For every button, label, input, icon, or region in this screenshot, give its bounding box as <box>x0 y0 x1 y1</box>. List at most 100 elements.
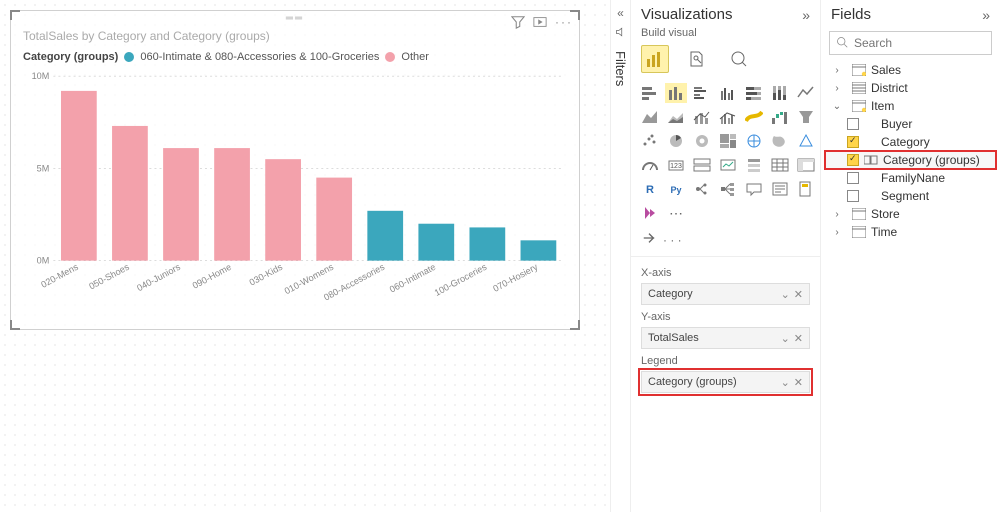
checkbox-checked[interactable] <box>847 154 859 166</box>
format-visual-tab[interactable] <box>683 45 711 73</box>
field-category-groups[interactable]: Category (groups) <box>825 151 996 169</box>
report-canvas[interactable]: ══ ··· TotalSales by Category and Catego… <box>0 0 610 512</box>
powerapps-icon[interactable] <box>639 203 661 223</box>
chevron-left-icon[interactable]: « <box>617 6 624 20</box>
filters-pane-collapsed[interactable]: « Filters <box>610 0 630 512</box>
remove-icon[interactable]: ✕ <box>794 332 803 345</box>
stacked-area-icon[interactable] <box>665 107 687 127</box>
narrative-icon[interactable] <box>769 179 791 199</box>
pie-icon[interactable] <box>665 131 687 151</box>
svg-text:5M: 5M <box>37 163 50 173</box>
azure-map-icon[interactable] <box>795 131 817 151</box>
svg-text:R: R <box>646 184 654 196</box>
svg-text:123: 123 <box>670 163 682 170</box>
more-dots-icon[interactable]: · · · <box>663 233 682 247</box>
search-input[interactable] <box>854 36 985 50</box>
table-item[interactable]: ⌄ Item <box>825 97 996 115</box>
slicer-icon[interactable] <box>743 155 765 175</box>
field-buyer[interactable]: Buyer <box>825 115 996 133</box>
paginated-icon[interactable] <box>795 179 817 199</box>
chevron-right-icon: › <box>827 209 847 220</box>
expand-icon[interactable] <box>641 231 657 248</box>
kpi-icon[interactable] <box>717 155 739 175</box>
remove-icon[interactable]: ✕ <box>794 376 803 389</box>
scatter-icon[interactable] <box>639 131 661 151</box>
table-time[interactable]: › Time <box>825 223 996 241</box>
more-options-icon[interactable]: ··· <box>555 15 573 32</box>
legend-swatch-icon <box>385 52 395 62</box>
table-icon <box>851 208 867 220</box>
svg-text:070-Hosiery: 070-Hosiery <box>491 262 539 294</box>
card-icon[interactable]: 123 <box>665 155 687 175</box>
stacked-column-icon[interactable] <box>665 83 687 103</box>
map-icon[interactable] <box>743 131 765 151</box>
checkbox-checked[interactable] <box>847 136 859 148</box>
table-icon <box>851 64 867 76</box>
fields-search[interactable] <box>829 31 992 55</box>
ribbon-chart-icon[interactable] <box>743 107 765 127</box>
xaxis-label: X-axis <box>641 267 810 279</box>
field-familyname[interactable]: FamilyNane <box>825 169 996 187</box>
speaker-icon[interactable] <box>615 26 627 41</box>
xaxis-well[interactable]: Category ⌄✕ <box>641 283 810 305</box>
field-segment[interactable]: Segment <box>825 187 996 205</box>
area-chart-icon[interactable] <box>639 107 661 127</box>
line-column-icon[interactable] <box>691 107 713 127</box>
svg-text:030-Kids: 030-Kids <box>248 262 285 288</box>
drag-handle-icon[interactable]: ══ <box>286 13 304 24</box>
svg-text:060-Intimate: 060-Intimate <box>388 262 437 295</box>
clustered-column-icon[interactable] <box>717 83 739 103</box>
table-icon[interactable] <box>769 155 791 175</box>
yaxis-label: Y-axis <box>641 311 810 323</box>
filled-map-icon[interactable] <box>769 131 791 151</box>
table-icon <box>851 226 867 238</box>
waterfall-icon[interactable] <box>769 107 791 127</box>
chevron-right-icon: › <box>827 227 847 238</box>
line-clustered-icon[interactable] <box>717 107 739 127</box>
checkbox[interactable] <box>847 172 859 184</box>
legend-well[interactable]: Category (groups) ⌄✕ <box>641 371 810 393</box>
matrix-icon[interactable] <box>795 155 817 175</box>
hundred-bar-icon[interactable] <box>743 83 765 103</box>
line-chart-icon[interactable] <box>795 83 817 103</box>
chart-plot-area: 0M5M10M020-Mens050-Shoes040-Juniors090-H… <box>23 71 569 317</box>
build-visual-tab[interactable] <box>641 45 669 73</box>
decomposition-icon[interactable] <box>717 179 739 199</box>
chart-visual[interactable]: ══ ··· TotalSales by Category and Catego… <box>10 10 580 330</box>
table-sales[interactable]: › Sales <box>825 61 996 79</box>
chevron-right-icon: › <box>827 83 847 94</box>
multi-card-icon[interactable] <box>691 155 713 175</box>
gauge-icon[interactable] <box>639 155 661 175</box>
remove-icon[interactable]: ✕ <box>794 288 803 301</box>
chevron-down-icon[interactable]: ⌄ <box>781 332 790 345</box>
hundred-column-icon[interactable] <box>769 83 791 103</box>
stacked-bar-icon[interactable] <box>639 83 661 103</box>
filter-icon[interactable] <box>511 15 525 32</box>
donut-icon[interactable] <box>691 131 713 151</box>
r-visual-icon[interactable]: R <box>639 179 661 199</box>
field-category[interactable]: Category <box>825 133 996 151</box>
key-influencers-icon[interactable] <box>691 179 713 199</box>
svg-text:090-Home: 090-Home <box>191 262 233 291</box>
checkbox[interactable] <box>847 118 859 130</box>
qna-icon[interactable] <box>743 179 765 199</box>
table-store[interactable]: › Store <box>825 205 996 223</box>
treemap-icon[interactable] <box>717 131 739 151</box>
svg-text:0M: 0M <box>37 256 50 266</box>
focus-mode-icon[interactable] <box>533 15 547 32</box>
checkbox[interactable] <box>847 190 859 202</box>
python-visual-icon[interactable]: Py <box>665 179 687 199</box>
chevron-right-icon[interactable]: » <box>802 7 810 23</box>
funnel-icon[interactable] <box>795 107 817 127</box>
chevron-down-icon[interactable]: ⌄ <box>781 376 790 389</box>
analytics-tab[interactable] <box>725 45 753 73</box>
chevron-right-icon[interactable]: » <box>982 7 990 23</box>
visualizations-title: Visualizations <box>641 6 732 23</box>
get-visuals-icon[interactable]: ⋯ <box>665 203 687 223</box>
clustered-bar-icon[interactable] <box>691 83 713 103</box>
yaxis-well[interactable]: TotalSales ⌄✕ <box>641 327 810 349</box>
svg-text:100-Groceries: 100-Groceries <box>433 262 489 299</box>
chevron-down-icon[interactable]: ⌄ <box>781 288 790 301</box>
table-district[interactable]: › District <box>825 79 996 97</box>
chevron-right-icon: › <box>827 65 847 76</box>
